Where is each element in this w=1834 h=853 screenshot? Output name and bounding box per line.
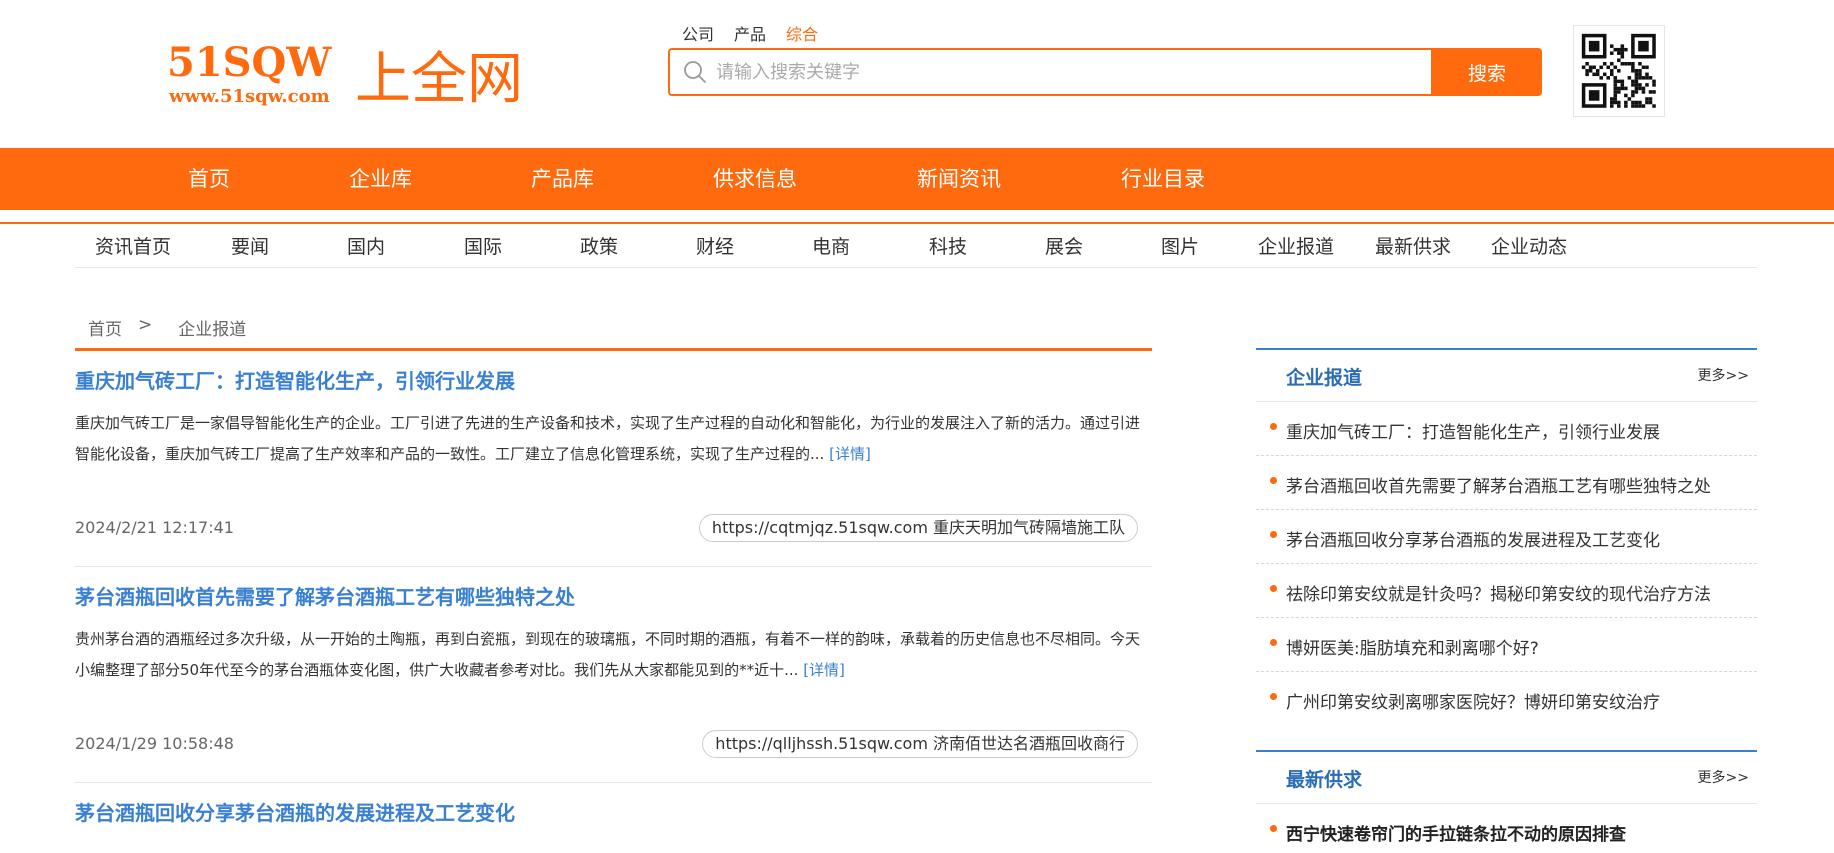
sidebar-more-link[interactable]: 更多>> [1698,365,1749,385]
subnav-company-reports[interactable]: 企业报道 [1258,232,1334,259]
bullet-icon [1270,639,1277,646]
bullet-icon [1270,825,1277,832]
bullet-icon [1270,693,1277,700]
nav-product-library[interactable]: 产品库 [531,148,594,210]
content-top-rule [75,348,1152,351]
subnav-headlines[interactable]: 要闻 [231,232,269,259]
sidebar-item-link[interactable]: 重庆加气砖工厂：打造智能化生产，引领行业发展 [1286,418,1660,443]
logo-brand: 51SQW [167,39,332,86]
article-summary-text: 贵州茅台酒的酒瓶经过多次升级，从一开始的土陶瓶，再到白瓷瓶，到现在的玻璃瓶，不同… [75,630,1141,679]
sidebar-item-link[interactable]: 广州印第安纹剥离哪家医院好？博妍印第安纹治疗 [1286,688,1660,713]
sidebar-title: 最新供求 [1286,769,1363,791]
subnav-exhibition[interactable]: 展会 [1045,232,1083,259]
subnav-news-home[interactable]: 资讯首页 [95,232,171,259]
article-date: 2024/1/29 10:58:48 [75,734,234,753]
article-item: 茅台酒瓶回收分享茅台酒瓶的发展进程及工艺变化 [75,800,1152,826]
article-meta: 2024/2/21 12:17:41 https://cqtmjqz.51sqw… [75,514,1138,544]
search-box [668,48,1433,96]
sidebar-item-link[interactable]: 祛除印第安纹就是针灸吗？揭秘印第安纹的现代治疗方法 [1286,580,1711,605]
site-logo[interactable]: 51SQW www.51sqw.com 上全网 [165,38,525,110]
bullet-icon [1270,423,1277,430]
sidebar-list-item[interactable]: 重庆加气砖工厂：打造智能化生产，引领行业发展 [1256,402,1757,456]
article-meta: 2024/1/29 10:58:48 https://qlljhssh.51sq… [75,730,1138,760]
article-summary: 重庆加气砖工厂是一家倡导智能化生产的企业。工厂引进了先进的生产设备和技术，实现了… [75,408,1145,470]
subnav-tech[interactable]: 科技 [929,232,967,259]
breadcrumb-current: 企业报道 [178,320,247,340]
nav-industry-directory[interactable]: 行业目录 [1121,148,1205,210]
nav-news[interactable]: 新闻资讯 [917,148,1001,210]
bullet-icon [1270,531,1277,538]
search-input[interactable] [716,50,1431,94]
article-item: 重庆加气砖工厂：打造智能化生产，引领行业发展 重庆加气砖工厂是一家倡导智能化生产… [75,368,1152,567]
nav-divider [0,222,1834,224]
article-source-link[interactable]: https://cqtmjqz.51sqw.com 重庆天明加气砖隔墙施工队 [698,514,1138,542]
sidebar-item-link[interactable]: 西宁快速卷帘门的手拉链条拉不动的原因排查 [1286,820,1626,845]
sidebar-more-link[interactable]: 更多>> [1698,767,1749,787]
breadcrumb-home[interactable]: 首页 [88,315,122,340]
sidebar-item-link[interactable]: 茅台酒瓶回收首先需要了解茅台酒瓶工艺有哪些独特之处 [1286,472,1711,497]
article-divider [75,566,1152,567]
article-source-link[interactable]: https://qlljhssh.51sqw.com 济南佰世达名酒瓶回收商行 [702,730,1138,758]
article-summary: 贵州茅台酒的酒瓶经过多次升级，从一开始的土陶瓶，再到白瓷瓶，到现在的玻璃瓶，不同… [75,624,1145,686]
sidebar-header: 最新供求 更多>> [1256,752,1757,804]
search-type-product[interactable]: 产品 [734,21,766,45]
qr-code-icon [1573,25,1665,117]
bullet-icon [1270,585,1277,592]
search-type-tabs: 公司 产品 综合 [682,21,818,45]
sidebar-title: 企业报道 [1286,367,1363,389]
nav-company-library[interactable]: 企业库 [349,148,412,210]
breadcrumb-separator: > [138,315,153,335]
article-title[interactable]: 重庆加气砖工厂：打造智能化生产，引领行业发展 [75,369,515,393]
sidebar-list-item[interactable]: 广州印第安纹剥离哪家医院好？博妍印第安纹治疗 [1256,672,1757,726]
logo-cn: 上全网 [355,47,523,110]
article-detail-link[interactable]: [详情] [829,445,871,463]
breadcrumb: 首页 > 企业报道 [88,315,246,340]
sidebar-item-link[interactable]: 博妍医美:脂肪填充和剥离哪个好? [1286,634,1539,659]
bullet-icon [1270,477,1277,484]
subnav-company-news[interactable]: 企业动态 [1491,232,1567,259]
main-nav: 首页 企业库 产品库 供求信息 新闻资讯 行业目录 [0,148,1834,210]
subnav-latest-supply[interactable]: 最新供求 [1375,232,1451,259]
article-detail-link[interactable]: [详情] [803,661,845,679]
nav-home[interactable]: 首页 [188,148,230,210]
subnav-policy[interactable]: 政策 [580,232,618,259]
search-button[interactable]: 搜索 [1432,48,1542,96]
article-title[interactable]: 茅台酒瓶回收首先需要了解茅台酒瓶工艺有哪些独特之处 [75,585,575,609]
sidebar-company-reports: 企业报道 更多>> 重庆加气砖工厂：打造智能化生产，引领行业发展 茅台酒瓶回收首… [1256,348,1757,726]
subnav-pictures[interactable]: 图片 [1161,232,1199,259]
subnav-finance[interactable]: 财经 [696,232,734,259]
sidebar-list-item[interactable]: 茅台酒瓶回收分享茅台酒瓶的发展进程及工艺变化 [1256,510,1757,564]
search-type-company[interactable]: 公司 [682,21,714,45]
sidebar-item-link[interactable]: 茅台酒瓶回收分享茅台酒瓶的发展进程及工艺变化 [1286,526,1660,551]
article-divider [75,782,1152,783]
sidebar-list-item[interactable]: 祛除印第安纹就是针灸吗？揭秘印第安纹的现代治疗方法 [1256,564,1757,618]
article-date: 2024/2/21 12:17:41 [75,518,234,537]
sidebar-header: 企业报道 更多>> [1256,350,1757,402]
sidebar-list-item[interactable]: 茅台酒瓶回收首先需要了解茅台酒瓶工艺有哪些独特之处 [1256,456,1757,510]
sidebar-list-item[interactable]: 西宁快速卷帘门的手拉链条拉不动的原因排查 [1256,804,1757,853]
sub-nav: 资讯首页 要闻 国内 国际 政策 财经 电商 科技 展会 图片 企业报道 最新供… [75,230,1757,268]
article-summary-text: 重庆加气砖工厂是一家倡导智能化生产的企业。工厂引进了先进的生产设备和技术，实现了… [75,414,1141,463]
article-title[interactable]: 茅台酒瓶回收分享茅台酒瓶的发展进程及工艺变化 [75,801,515,825]
sidebar-latest-supply: 最新供求 更多>> 西宁快速卷帘门的手拉链条拉不动的原因排查 [1256,750,1757,853]
sidebar-list-item[interactable]: 博妍医美:脂肪填充和剥离哪个好? [1256,618,1757,672]
nav-supply-demand[interactable]: 供求信息 [713,148,797,210]
logo-url: www.51sqw.com [168,86,330,107]
search-icon [684,61,706,83]
subnav-ecommerce[interactable]: 电商 [812,232,850,259]
subnav-domestic[interactable]: 国内 [347,232,385,259]
article-item: 茅台酒瓶回收首先需要了解茅台酒瓶工艺有哪些独特之处 贵州茅台酒的酒瓶经过多次升级… [75,584,1152,783]
search-type-all[interactable]: 综合 [786,21,818,45]
subnav-international[interactable]: 国际 [464,232,502,259]
